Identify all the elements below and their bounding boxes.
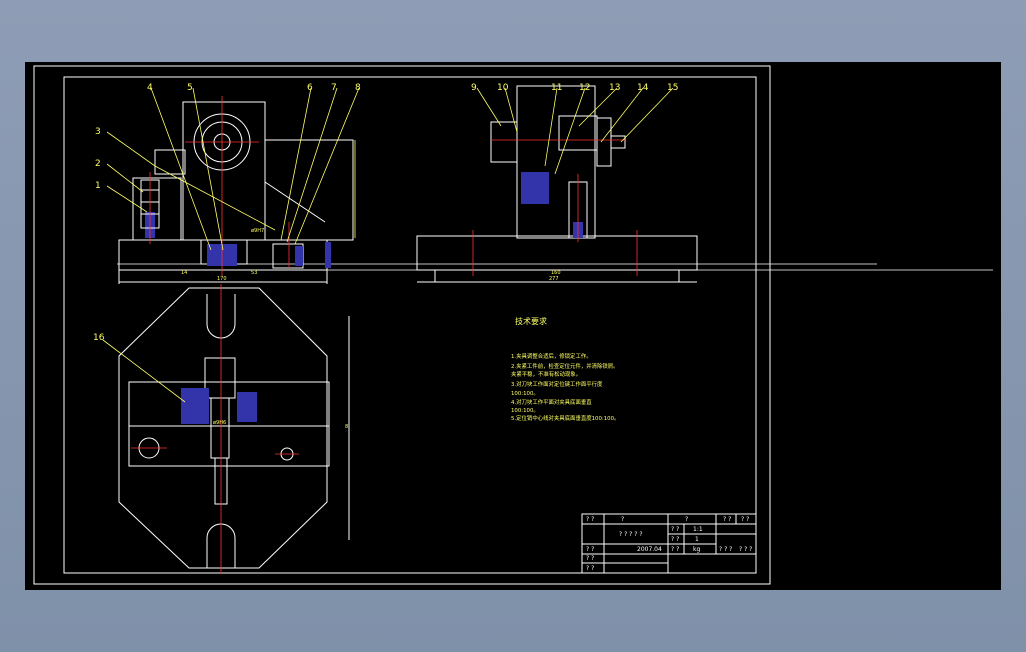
dim-side-bottom: 277 — [549, 276, 559, 282]
balloon-9: 9 — [471, 83, 477, 93]
cad-viewport[interactable]: 1 2 3 4 5 6 7 8 9 10 11 12 13 14 15 16 1… — [25, 62, 1001, 590]
tech-line-5: 100:100。 — [511, 391, 539, 397]
tb-scale-value: 1:1 — [693, 526, 703, 533]
tb-row1-d: ? ? — [723, 516, 731, 523]
tb-checker-label: ? ? — [586, 555, 594, 562]
balloon-11: 11 — [551, 83, 562, 93]
tb-sheet-a: ? ? ? — [719, 546, 732, 553]
tech-line-3: 夹紧平稳，不准有松动现象。 — [511, 370, 581, 378]
balloon-3: 3 — [95, 127, 101, 137]
dim-front-bottom: 170 — [217, 276, 227, 282]
dim-front-mid: 53 — [251, 270, 257, 276]
balloon-15: 15 — [667, 83, 678, 93]
dim-side-mid: 160 — [551, 270, 561, 276]
balloon-16: 16 — [93, 333, 105, 343]
tech-requirements-title: 技术要求 — [515, 316, 547, 326]
tech-line-7: 100:100。 — [511, 408, 539, 414]
tb-designer-label: ? ? — [586, 546, 594, 553]
tech-line-2: 2.夹紧工件前，检查定位元件，并清除铁屑。 — [511, 362, 619, 370]
tb-row1-a: ? ? — [586, 516, 594, 523]
annotation-layer: 1 2 3 4 5 6 7 8 9 10 11 12 13 14 15 16 1… — [93, 83, 752, 572]
fit-front: ø9H7 — [251, 228, 264, 234]
tb-date: 2007.04 — [637, 546, 662, 553]
tb-approver-label: ? ? — [586, 565, 594, 572]
balloon-4: 4 — [147, 83, 153, 93]
balloon-14: 14 — [637, 83, 649, 93]
balloon-5: 5 — [187, 83, 193, 93]
tech-line-4: 3.对刀块工作面对定位键工作面平行度 — [511, 380, 603, 388]
fit-plan: ø9H6 — [213, 420, 226, 426]
balloon-10: 10 — [497, 83, 509, 93]
balloon-1: 1 — [95, 181, 101, 191]
balloon-8: 8 — [355, 83, 361, 93]
tech-line-1: 1.夹具调整合适后，修锁定工作。 — [511, 352, 592, 360]
balloon-6: 6 — [307, 83, 313, 93]
balloon-7: 7 — [331, 83, 337, 93]
tb-row1-e: ? ? — [741, 516, 749, 523]
tb-scale-label: ? ? — [671, 526, 679, 533]
tech-line-8: 5.定位销中心线对夹具底面垂直度100:100。 — [511, 414, 619, 422]
balloon-2: 2 — [95, 159, 101, 169]
balloon-12: 12 — [579, 83, 590, 93]
tb-part-name: ? ? ? ? ? — [619, 531, 643, 538]
tb-row1-c: ? — [685, 516, 688, 523]
tb-weight-unit: kg — [693, 546, 700, 553]
tb-qty-value: 1 — [695, 536, 699, 543]
dim-plan-height: 8 — [345, 424, 348, 430]
tb-row1-b: ? — [621, 516, 624, 523]
dim-front-left: 14 — [181, 270, 187, 276]
tb-weight-label: ? ? — [671, 546, 679, 553]
tb-sheet-b: ? ? ? — [739, 546, 752, 553]
balloon-13: 13 — [609, 83, 620, 93]
tech-line-6: 4.对刀块工作平面对夹具底面垂直 — [511, 398, 592, 406]
tb-qty-label: ? ? — [671, 536, 679, 543]
